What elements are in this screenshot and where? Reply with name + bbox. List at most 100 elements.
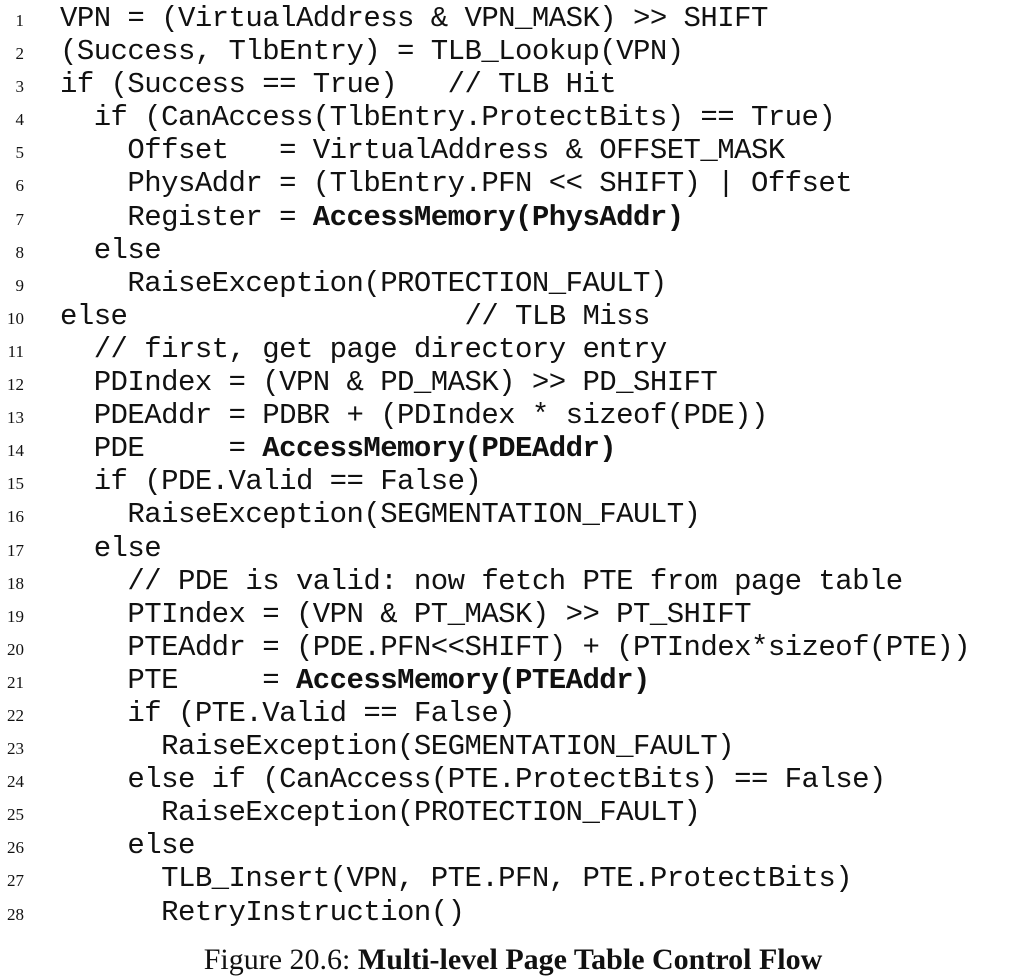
line-number: 2 (15, 44, 25, 64)
code-segment: else if (CanAccess(PTE.ProtectBits) == F… (60, 763, 886, 797)
code-segment: else (60, 233, 162, 267)
code-segment: // PDE is valid: now fetch PTE from page… (60, 564, 903, 598)
line-number: 28 (7, 904, 24, 924)
code-line: 19 PTIndex = (VPN & PT_MASK) >> PT_SHIFT (0, 598, 1026, 631)
code-segment: if (CanAccess(TlbEntry.ProtectBits) == T… (60, 101, 836, 135)
code-text: else (60, 532, 162, 565)
code-text: PDE = AccessMemory(PDEAddr) (60, 432, 617, 466)
line-number: 25 (7, 805, 24, 825)
code-segment: PhysAddr = (TlbEntry.PFN << SHIFT) | Off… (60, 167, 853, 201)
code-segment: else (60, 829, 195, 863)
code-bold-segment: AccessMemory(PhysAddr) (312, 200, 684, 234)
code-segment: RaiseException(SEGMENTATION_FAULT) (60, 498, 701, 532)
code-line: 22 if (PTE.Valid == False) (0, 697, 1026, 730)
caption-title: Multi-level Page Table Control Flow (357, 943, 823, 976)
line-number: 17 (7, 540, 24, 560)
line-number: 1 (15, 11, 25, 30)
code-text: RaiseException(PROTECTION_FAULT) (60, 267, 667, 300)
code-text: PTIndex = (VPN & PT_MASK) >> PT_SHIFT (60, 598, 751, 631)
code-bold-segment: AccessMemory(PTEAddr) (295, 663, 650, 697)
code-text: // PDE is valid: now fetch PTE from page… (60, 565, 903, 598)
code-line: 18 // PDE is valid: now fetch PTE from p… (0, 565, 1026, 598)
code-text: if (PTE.Valid == False) (60, 697, 515, 730)
line-number: 7 (15, 209, 25, 229)
line-number: 18 (7, 573, 24, 593)
line-number: 5 (15, 143, 25, 163)
code-line: 6 PhysAddr = (TlbEntry.PFN << SHIFT) | O… (0, 167, 1026, 200)
code-line: 13 PDEAddr = PDBR + (PDIndex * sizeof(PD… (0, 399, 1026, 432)
code-segment: RaiseException(PROTECTION_FAULT) (60, 796, 701, 830)
code-line: 14 PDE = AccessMemory(PDEAddr) (0, 432, 1026, 465)
line-number: 10 (7, 308, 24, 328)
code-segment: if (PTE.Valid == False) (60, 696, 516, 730)
line-number: 22 (7, 705, 24, 725)
code-segment: RetryInstruction() (60, 895, 465, 929)
line-number: 26 (7, 838, 24, 858)
code-text: PTEAddr = (PDE.PFN<<SHIFT) + (PTIndex*si… (60, 631, 970, 664)
line-number: 24 (7, 772, 24, 792)
code-segment: // first, get page directory entry (60, 332, 668, 366)
code-text: Offset = VirtualAddress & OFFSET_MASK (60, 134, 785, 167)
code-line: 26 else (0, 829, 1026, 862)
line-number: 19 (7, 606, 24, 626)
code-segment: Register = (60, 200, 313, 234)
code-segment: if (Success == True) // TLB Hit (60, 68, 617, 102)
code-segment: PTIndex = (VPN & PT_MASK) >> PT_SHIFT (60, 597, 751, 631)
code-line: 11 // first, get page directory entry (0, 333, 1026, 366)
code-line: 23 RaiseException(SEGMENTATION_FAULT) (0, 730, 1026, 763)
code-segment: if (PDE.Valid == False) (60, 465, 482, 499)
code-text: if (PDE.Valid == False) (60, 465, 482, 499)
code-segment: RaiseException(SEGMENTATION_FAULT) (60, 730, 735, 764)
line-number: 4 (15, 110, 25, 130)
code-text: PTE = AccessMemory(PTEAddr) (60, 664, 650, 697)
line-number: 8 (15, 242, 25, 262)
code-segment: VPN = (VirtualAddress & VPN_MASK) >> SHI… (60, 2, 768, 35)
code-text: RaiseException(SEGMENTATION_FAULT) (60, 730, 735, 764)
code-line: 3 if (Success == True) // TLB Hit (0, 68, 1026, 101)
code-line: 21 PTE = AccessMemory(PTEAddr) (0, 664, 1026, 697)
line-number: 14 (7, 441, 24, 461)
code-text: RaiseException(SEGMENTATION_FAULT) (60, 498, 701, 532)
code-line: 25 RaiseException(PROTECTION_FAULT) (0, 796, 1026, 829)
code-segment: PDE = (60, 432, 263, 466)
code-line: 17 else (0, 532, 1026, 565)
caption-label: Figure 20.6: (203, 943, 351, 976)
code-line: 1 VPN = (VirtualAddress & VPN_MASK) >> SH… (0, 2, 1026, 35)
code-text: if (CanAccess(TlbEntry.ProtectBits) == T… (60, 101, 836, 135)
code-line: 27 TLB_Insert(VPN, PTE.PFN, PTE.ProtectB… (0, 862, 1026, 895)
code-bold-segment: AccessMemory(PDEAddr) (262, 432, 617, 466)
line-number: 16 (7, 507, 24, 527)
code-segment: PDIndex = (VPN & PD_MASK) >> PD_SHIFT (60, 366, 718, 400)
code-segment: RaiseException(PROTECTION_FAULT) (60, 266, 667, 300)
code-text: else if (CanAccess(PTE.ProtectBits) == F… (60, 763, 886, 796)
code-segment: PDEAddr = PDBR + (PDIndex * sizeof(PDE)) (60, 399, 769, 433)
code-segment: else // TLB Miss (60, 299, 650, 333)
code-segment: PTEAddr = (PDE.PFN<<SHIFT) + (PTIndex*si… (60, 630, 971, 664)
code-line: 12 PDIndex = (VPN & PD_MASK) >> PD_SHIFT (0, 366, 1026, 399)
code-text: PDEAddr = PDBR + (PDIndex * sizeof(PDE)) (60, 399, 769, 433)
code-text: VPN = (VirtualAddress & VPN_MASK) >> SHI… (60, 2, 768, 35)
code-text: RaiseException(PROTECTION_FAULT) (60, 796, 701, 830)
code-text: // first, get page directory entry (60, 332, 668, 366)
code-listing: 1 VPN = (VirtualAddress & VPN_MASK) >> SH… (0, 2, 1026, 929)
line-number: 6 (15, 176, 25, 196)
code-segment: (Success, TlbEntry) = TLB_Lookup(VPN) (60, 35, 684, 69)
code-line: 9 RaiseException(PROTECTION_FAULT) (0, 267, 1026, 300)
code-text: PhysAddr = (TlbEntry.PFN << SHIFT) | Off… (60, 167, 852, 200)
line-number: 3 (15, 77, 25, 97)
code-line: 8 else (0, 234, 1026, 267)
code-line: 16 RaiseException(SEGMENTATION_FAULT) (0, 498, 1026, 531)
line-number: 11 (7, 341, 24, 361)
code-segment: TLB_Insert(VPN, PTE.PFN, PTE.ProtectBits… (60, 862, 853, 896)
line-number: 21 (7, 672, 24, 692)
code-text: Register = AccessMemory(PhysAddr) (60, 201, 684, 234)
code-line: 7 Register = AccessMemory(PhysAddr) (0, 201, 1026, 234)
code-line: 15 if (PDE.Valid == False) (0, 465, 1026, 498)
code-text: RetryInstruction() (60, 895, 465, 929)
line-number: 9 (15, 275, 25, 295)
code-line: 24 else if (CanAccess(PTE.ProtectBits) =… (0, 763, 1026, 796)
line-number: 15 (7, 474, 24, 494)
code-text: else (60, 829, 195, 862)
line-number: 27 (7, 871, 24, 891)
code-text: PDIndex = (VPN & PD_MASK) >> PD_SHIFT (60, 366, 718, 400)
